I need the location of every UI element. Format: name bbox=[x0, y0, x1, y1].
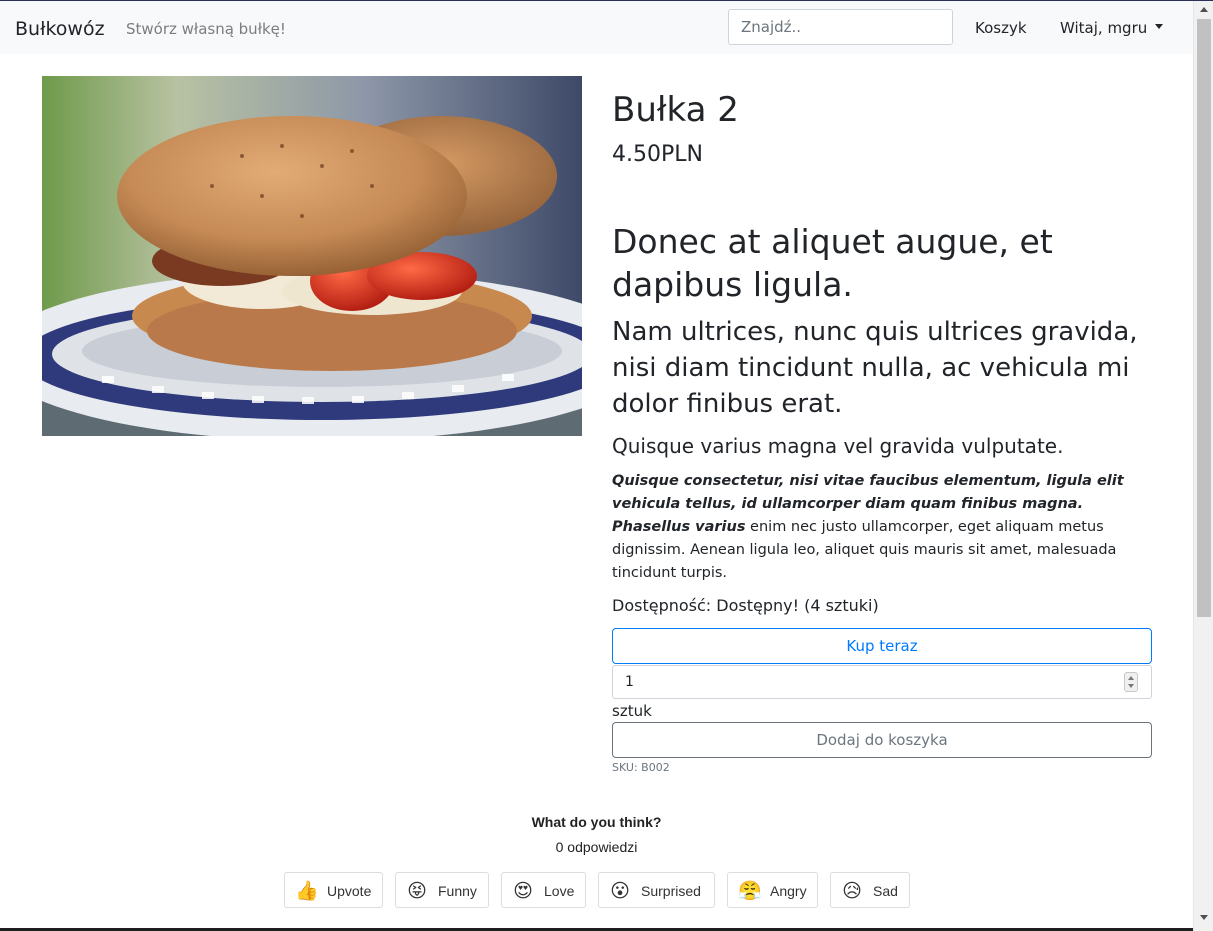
reaction-label: Sad bbox=[873, 883, 898, 899]
add-to-cart-button[interactable]: Dodaj do koszyka bbox=[612, 722, 1152, 758]
reaction-label: Angry bbox=[770, 883, 807, 899]
scroll-down-arrow-icon[interactable] bbox=[1200, 915, 1208, 920]
spin-down-icon bbox=[1128, 684, 1134, 688]
angry-face-icon: 😤 bbox=[738, 880, 762, 902]
caret-down-icon bbox=[1155, 24, 1164, 29]
reaction-label: Love bbox=[544, 883, 575, 899]
cart-link[interactable]: Koszyk bbox=[975, 19, 1027, 37]
reaction-sad-button[interactable]: 😥 Sad bbox=[830, 872, 910, 908]
units-label: sztuk bbox=[612, 702, 652, 720]
description-heading-2: Nam ultrices, nunc quis ultrices gravida… bbox=[612, 317, 1138, 419]
funny-face-icon: 😝 bbox=[407, 880, 427, 902]
description-heading-1: Donec at aliquet augue, et dapibus ligul… bbox=[612, 222, 1053, 304]
user-menu-dropdown[interactable]: Witaj, mgru bbox=[1060, 19, 1164, 37]
buy-now-button[interactable]: Kup teraz bbox=[612, 628, 1152, 664]
scroll-up-arrow-icon[interactable] bbox=[1200, 7, 1208, 12]
product-title: Bułka 2 bbox=[612, 90, 739, 130]
product-image bbox=[42, 76, 582, 436]
availability-status: Dostępność: Dostępny! (4 sztuki) bbox=[612, 596, 879, 615]
reaction-upvote-button[interactable]: 👍 Upvote bbox=[284, 872, 383, 908]
user-menu-label: Witaj, mgru bbox=[1060, 19, 1148, 37]
quantity-stepper[interactable]: 1 bbox=[612, 665, 1152, 699]
navbar: Bułkowóz Stwórz własną bułkę! Koszyk Wit… bbox=[0, 1, 1193, 54]
reaction-surprised-button[interactable]: 😮 Surprised bbox=[598, 872, 715, 908]
reaction-love-button[interactable]: 😍 Love bbox=[501, 872, 586, 908]
reactions-question: What do you think? bbox=[531, 814, 662, 830]
thumbs-up-icon: 👍 bbox=[295, 880, 319, 902]
scrollbar-thumb[interactable] bbox=[1197, 19, 1211, 617]
reaction-funny-button[interactable]: 😝 Funny bbox=[395, 872, 489, 908]
reaction-label: Funny bbox=[438, 883, 477, 899]
surprised-face-icon: 😮 bbox=[610, 880, 630, 902]
brand-link[interactable]: Bułkowóz bbox=[15, 18, 105, 40]
sad-face-icon: 😥 bbox=[842, 880, 862, 902]
page-scrollbar[interactable] bbox=[1193, 1, 1213, 931]
spin-up-icon bbox=[1128, 676, 1134, 680]
product-description: Quisque consectetur, nisi vitae faucibus… bbox=[612, 470, 1152, 585]
description-heading-3: Quisque varius magna vel gravida vulputa… bbox=[612, 434, 1064, 458]
reaction-angry-button[interactable]: 😤 Angry bbox=[727, 872, 818, 908]
sku-label: SKU: B002 bbox=[612, 761, 670, 774]
quantity-value: 1 bbox=[625, 674, 634, 690]
heart-eyes-icon: 😍 bbox=[513, 880, 533, 902]
navbar-tagline-link[interactable]: Stwórz własną bułkę! bbox=[126, 20, 286, 38]
product-price: 4.50PLN bbox=[612, 142, 703, 167]
reactions-count: 0 odpowiedzi bbox=[555, 839, 638, 855]
reaction-label: Surprised bbox=[641, 883, 701, 899]
search-input[interactable] bbox=[728, 9, 953, 45]
reaction-label: Upvote bbox=[327, 883, 372, 899]
quantity-spinner[interactable] bbox=[1124, 672, 1138, 692]
